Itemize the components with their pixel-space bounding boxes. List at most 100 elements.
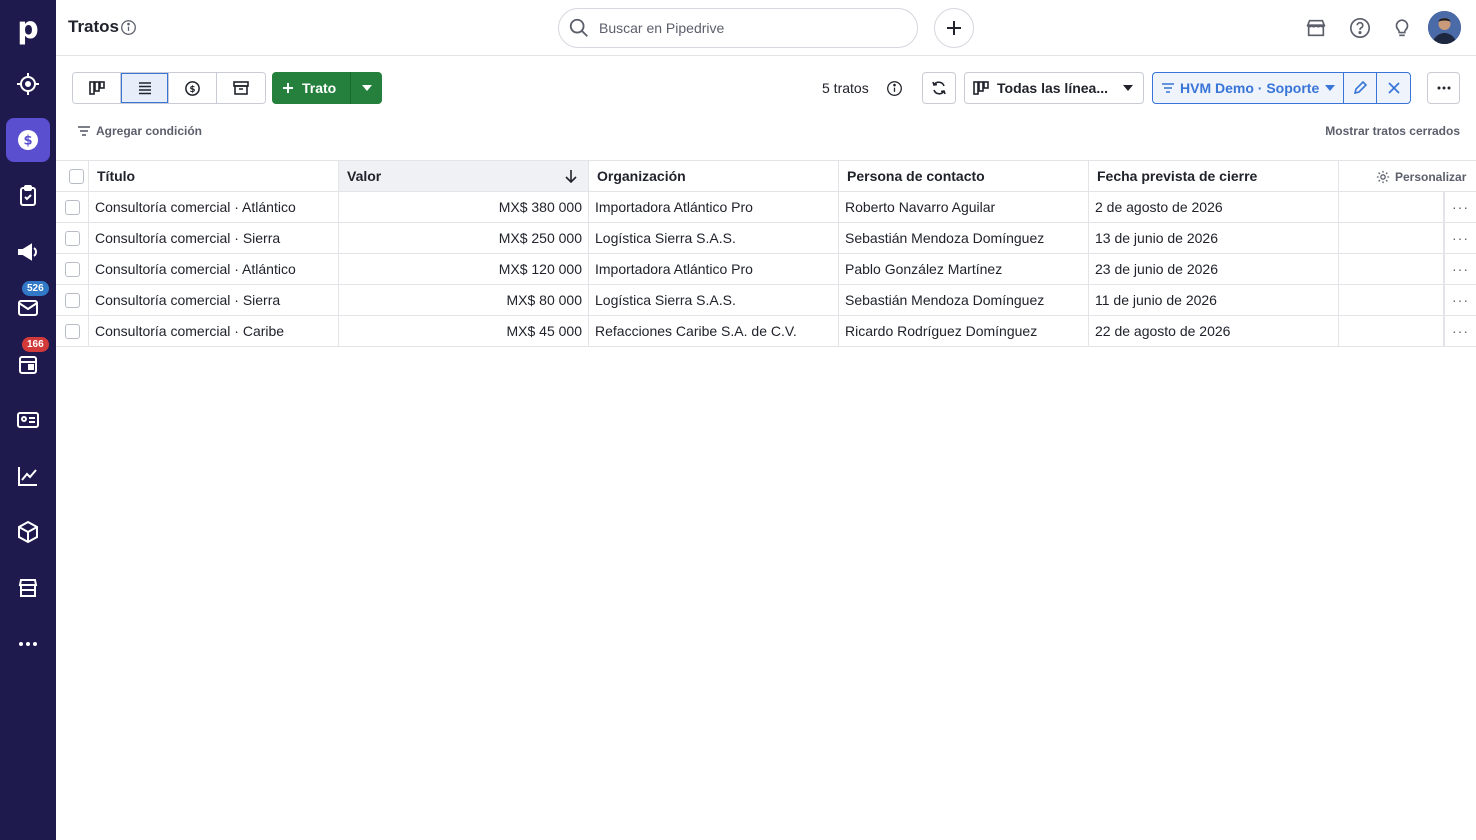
add-condition-label: Agregar condición — [96, 124, 203, 138]
row-actions-button[interactable]: ··· — [1444, 254, 1476, 284]
select-all-checkbox[interactable] — [68, 168, 84, 184]
nav-item-more[interactable] — [6, 622, 50, 666]
deal-close-date-cell[interactable]: 13 de junio de 2026 — [1089, 223, 1339, 253]
info-icon[interactable] — [886, 80, 903, 97]
pipedrive-logo[interactable]: p — [0, 6, 56, 50]
row-checkbox[interactable] — [64, 199, 80, 215]
close-icon — [1388, 82, 1400, 94]
deal-value-cell[interactable]: MX$ 45 000 — [339, 316, 589, 346]
deal-value-cell[interactable]: MX$ 380 000 — [339, 192, 589, 222]
page-title: Tratos — [68, 17, 120, 36]
column-header-value[interactable]: Valor — [339, 161, 589, 191]
personalize-button[interactable]: Personalizar — [1376, 161, 1466, 193]
table-row[interactable]: Consultoría comercial · Atlántico MX$ 38… — [56, 192, 1476, 223]
nav-item-marketplace[interactable] — [6, 566, 50, 610]
empty-cell — [1339, 316, 1444, 346]
deal-title-cell[interactable]: Consultoría comercial · Caribe — [89, 316, 339, 346]
column-header-organization[interactable]: Organización — [589, 161, 839, 191]
add-deal-dropdown-button[interactable] — [350, 72, 383, 104]
deal-title-cell[interactable]: Consultoría comercial · Atlántico — [89, 192, 339, 222]
column-header-contact[interactable]: Persona de contacto — [839, 161, 1089, 191]
user-avatar[interactable] — [1428, 11, 1461, 44]
deal-organization-cell[interactable]: Logística Sierra S.A.S. — [589, 285, 839, 315]
table-row[interactable]: Consultoría comercial · Sierra MX$ 80 00… — [56, 285, 1476, 316]
search-input[interactable] — [599, 20, 899, 36]
deal-contact-cell[interactable]: Pablo González Martínez — [839, 254, 1089, 284]
sort-down-arrow-icon — [565, 170, 577, 183]
forecast-view-button[interactable]: $ — [169, 73, 217, 103]
deal-close-date-cell[interactable]: 22 de agosto de 2026 — [1089, 316, 1339, 346]
deal-title-cell[interactable]: Consultoría comercial · Sierra — [89, 223, 339, 253]
row-actions-button[interactable]: ··· — [1444, 192, 1476, 222]
deal-organization-cell[interactable]: Importadora Atlántico Pro — [589, 192, 839, 222]
row-select-cell — [56, 223, 89, 253]
deal-close-date-cell[interactable]: 23 de junio de 2026 — [1089, 254, 1339, 284]
show-closed-deals-link[interactable]: Mostrar tratos cerrados — [1325, 124, 1460, 138]
column-header-close-date[interactable]: Fecha prevista de cierre — [1089, 161, 1339, 191]
table-header-row: Título Valor Organización Persona de con… — [56, 160, 1476, 192]
filter-icon — [78, 126, 90, 136]
contacts-card-icon — [17, 412, 39, 428]
deal-organization-cell[interactable]: Importadora Atlántico Pro — [589, 254, 839, 284]
deal-contact-cell[interactable]: Sebastián Mendoza Domínguez — [839, 285, 1089, 315]
nav-item-deals[interactable]: $ — [6, 118, 50, 162]
row-actions-button[interactable]: ··· — [1444, 285, 1476, 315]
table-row[interactable]: Consultoría comercial · Caribe MX$ 45 00… — [56, 316, 1476, 347]
store-icon — [1306, 19, 1326, 37]
marketplace-button[interactable] — [1304, 16, 1328, 40]
deal-value-cell[interactable]: MX$ 80 000 — [339, 285, 589, 315]
pipeline-view-button[interactable] — [73, 73, 121, 103]
nav-item-tasks[interactable] — [6, 174, 50, 218]
row-checkbox[interactable] — [64, 230, 80, 246]
deal-close-date-cell[interactable]: 2 de agosto de 2026 — [1089, 192, 1339, 222]
personalize-label: Personalizar — [1395, 170, 1467, 184]
megaphone-icon — [18, 243, 37, 261]
deal-title-cell[interactable]: Consultoría comercial · Sierra — [89, 285, 339, 315]
refresh-button[interactable] — [922, 72, 956, 104]
global-search[interactable] — [558, 8, 918, 48]
add-deal-group: Trato — [272, 72, 383, 104]
table-row[interactable]: Consultoría comercial · Sierra MX$ 250 0… — [56, 223, 1476, 254]
row-checkbox[interactable] — [64, 323, 80, 339]
filter-selector[interactable]: HVM Demo · Soporte — [1153, 73, 1345, 103]
list-view-button[interactable] — [121, 73, 169, 103]
row-checkbox[interactable] — [64, 261, 80, 277]
deal-organization-cell[interactable]: Logística Sierra S.A.S. — [589, 223, 839, 253]
column-header-title[interactable]: Título — [89, 161, 339, 191]
archive-view-button[interactable] — [217, 73, 265, 103]
row-actions-button[interactable]: ··· — [1444, 223, 1476, 253]
nav-item-products[interactable] — [6, 510, 50, 554]
deal-value-cell[interactable]: MX$ 250 000 — [339, 223, 589, 253]
more-dots-icon — [1437, 86, 1450, 90]
deal-organization-cell[interactable]: Refacciones Caribe S.A. de C.V. — [589, 316, 839, 346]
nav-item-campaigns[interactable] — [6, 230, 50, 274]
logo-letter: p — [17, 10, 39, 46]
add-condition-button[interactable]: Agregar condición — [78, 124, 202, 138]
nav-item-insights[interactable] — [6, 454, 50, 498]
clear-filter-button[interactable] — [1377, 73, 1410, 103]
edit-filter-button[interactable] — [1344, 73, 1378, 103]
pipeline-selector[interactable]: Todas las línea... — [964, 72, 1144, 104]
nav-item-target[interactable] — [6, 62, 50, 106]
nav-item-contacts[interactable] — [6, 398, 50, 442]
add-deal-button[interactable]: Trato — [272, 72, 351, 104]
info-icon[interactable] — [120, 19, 137, 36]
pencil-icon — [1354, 81, 1368, 95]
more-options-button[interactable] — [1427, 72, 1460, 104]
more-dots-icon — [19, 642, 37, 646]
deal-title-cell[interactable]: Consultoría comercial · Atlántico — [89, 254, 339, 284]
help-button[interactable] — [1348, 16, 1372, 40]
row-checkbox[interactable] — [64, 292, 80, 308]
deals-dollar-icon: $ — [18, 130, 38, 150]
table-row[interactable]: Consultoría comercial · Atlántico MX$ 12… — [56, 254, 1476, 285]
deal-value-cell[interactable]: MX$ 120 000 — [339, 254, 589, 284]
empty-cell — [1339, 285, 1444, 315]
deal-close-date-cell[interactable]: 11 de junio de 2026 — [1089, 285, 1339, 315]
deal-contact-cell[interactable]: Ricardo Rodríguez Domínguez — [839, 316, 1089, 346]
row-actions-button[interactable]: ··· — [1444, 316, 1476, 346]
tips-button[interactable] — [1390, 16, 1414, 40]
quick-add-button[interactable] — [934, 8, 974, 48]
target-icon — [17, 73, 39, 95]
deal-contact-cell[interactable]: Roberto Navarro Aguilar — [839, 192, 1089, 222]
deal-contact-cell[interactable]: Sebastián Mendoza Domínguez — [839, 223, 1089, 253]
